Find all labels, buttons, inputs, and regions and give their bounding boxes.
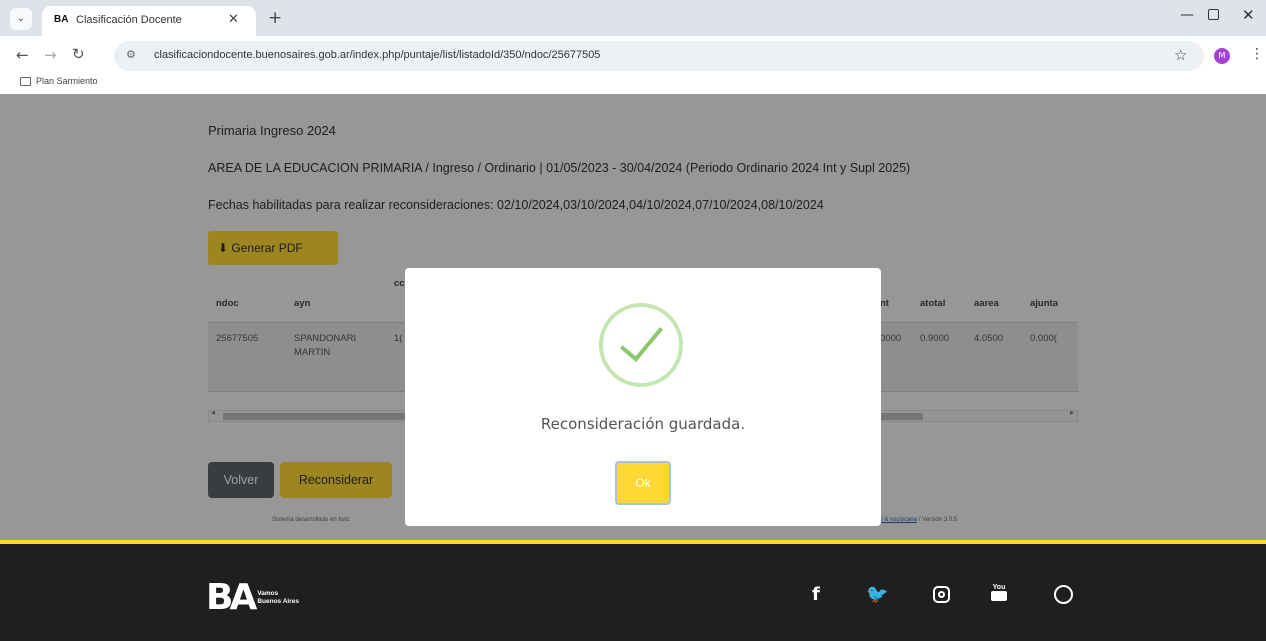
site-footer: BA Vamos Buenos Aires f 🐦 You: [0, 540, 1266, 641]
ok-button[interactable]: Ok: [615, 461, 671, 505]
bookmark-star-icon[interactable]: ☆: [1174, 46, 1187, 64]
ba-logo[interactable]: BA Vamos Buenos Aires: [206, 580, 303, 616]
tab-title: Clasificación Docente: [76, 14, 182, 26]
folder-icon: [20, 76, 31, 86]
success-modal: Reconsideración guardada. Ok: [405, 268, 881, 526]
bookmark-label: Plan Sarmiento: [36, 76, 98, 86]
whatsapp-icon[interactable]: [1054, 585, 1073, 604]
bookmark-plan-sarmiento[interactable]: Plan Sarmiento: [20, 76, 98, 86]
site-info-icon[interactable]: ⚙: [126, 48, 136, 61]
url-text[interactable]: clasificaciondocente.buenosaires.gob.ar/…: [154, 49, 600, 61]
address-bar[interactable]: ⚙ clasificaciondocente.buenosaires.gob.a…: [114, 41, 1204, 71]
new-tab-icon[interactable]: +: [268, 8, 282, 28]
forward-arrow-icon[interactable]: →: [44, 46, 57, 64]
tab-close-icon[interactable]: ✕: [228, 12, 239, 27]
tab-search-icon[interactable]: ⌄: [10, 8, 32, 30]
favicon-icon: BA: [54, 14, 69, 25]
restore-icon[interactable]: [1208, 9, 1219, 20]
youtube-icon[interactable]: You: [991, 584, 1007, 604]
success-check-icon: [599, 303, 683, 387]
facebook-icon[interactable]: f: [812, 584, 820, 605]
browser-toolbar: ← → ↻ ⚙ clasificaciondocente.buenosaires…: [0, 36, 1266, 94]
menu-dots-icon[interactable]: ⋮: [1250, 46, 1264, 62]
instagram-icon[interactable]: [933, 586, 950, 603]
modal-message: Reconsideración guardada.: [540, 415, 746, 433]
twitter-icon[interactable]: 🐦: [866, 584, 888, 605]
reload-icon[interactable]: ↻: [72, 45, 85, 63]
back-arrow-icon[interactable]: ←: [16, 46, 29, 64]
ba-logo-text: Vamos Buenos Aires: [257, 590, 299, 605]
browser-tabstrip: ⌄ BA Clasificación Docente ✕ + — ✕: [0, 0, 1266, 36]
minimize-icon[interactable]: —: [1180, 7, 1194, 23]
window-close-icon[interactable]: ✕: [1242, 6, 1255, 24]
profile-avatar[interactable]: M: [1214, 48, 1230, 64]
browser-tab[interactable]: BA Clasificación Docente ✕: [42, 6, 256, 36]
ba-logo-mark: BA: [206, 577, 257, 618]
